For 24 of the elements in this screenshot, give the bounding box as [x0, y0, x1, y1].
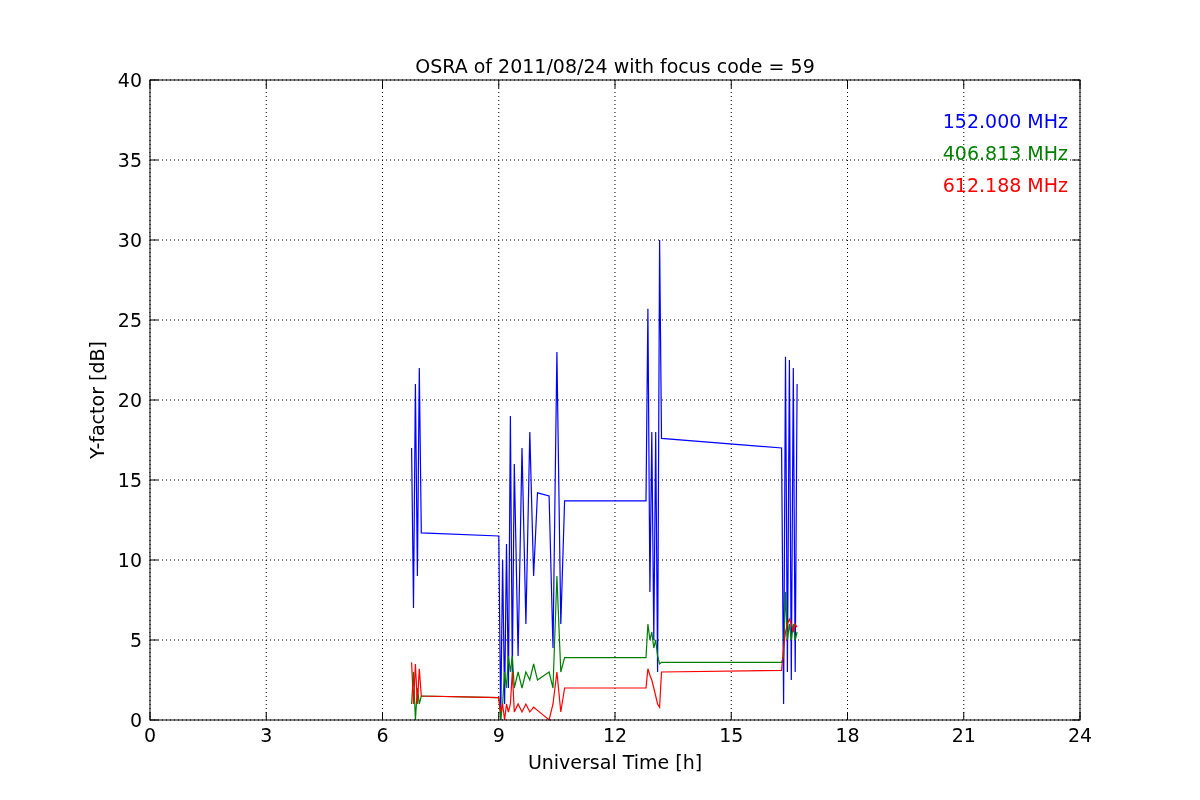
x-tick-label: 0: [143, 724, 157, 746]
y-tick-label: 10: [117, 549, 142, 571]
x-tick-label: 21: [951, 724, 976, 746]
x-tick-label: 6: [376, 724, 389, 746]
legend-label: 612.188 MHz: [942, 174, 1068, 196]
y-tick-label: 0: [129, 709, 142, 731]
x-tick-label: 12: [602, 724, 628, 746]
y-tick-label: 25: [117, 309, 142, 331]
y-tick-label: 5: [129, 629, 142, 651]
legend-label: 406.813 MHz: [942, 142, 1068, 164]
y-tick-label: 15: [117, 469, 142, 491]
x-tick-label: 18: [835, 724, 860, 746]
x-tick-label: 24: [1067, 724, 1093, 746]
y-tick-label: 20: [117, 389, 142, 411]
y-tick-label: 35: [117, 149, 142, 171]
x-tick-label: 9: [492, 724, 505, 746]
x-axis-label: Universal Time [h]: [527, 751, 703, 773]
x-tick-label: 3: [260, 724, 273, 746]
chart-title: OSRA of 2011/08/24 with focus code = 59: [415, 55, 815, 77]
y-axis-label: Y-factor [dB]: [86, 341, 108, 459]
y-tick-label: 40: [117, 69, 142, 91]
x-tick-label: 15: [719, 724, 744, 746]
legend-label: 152.000 MHz: [942, 110, 1068, 132]
y-tick-label: 30: [117, 229, 142, 251]
